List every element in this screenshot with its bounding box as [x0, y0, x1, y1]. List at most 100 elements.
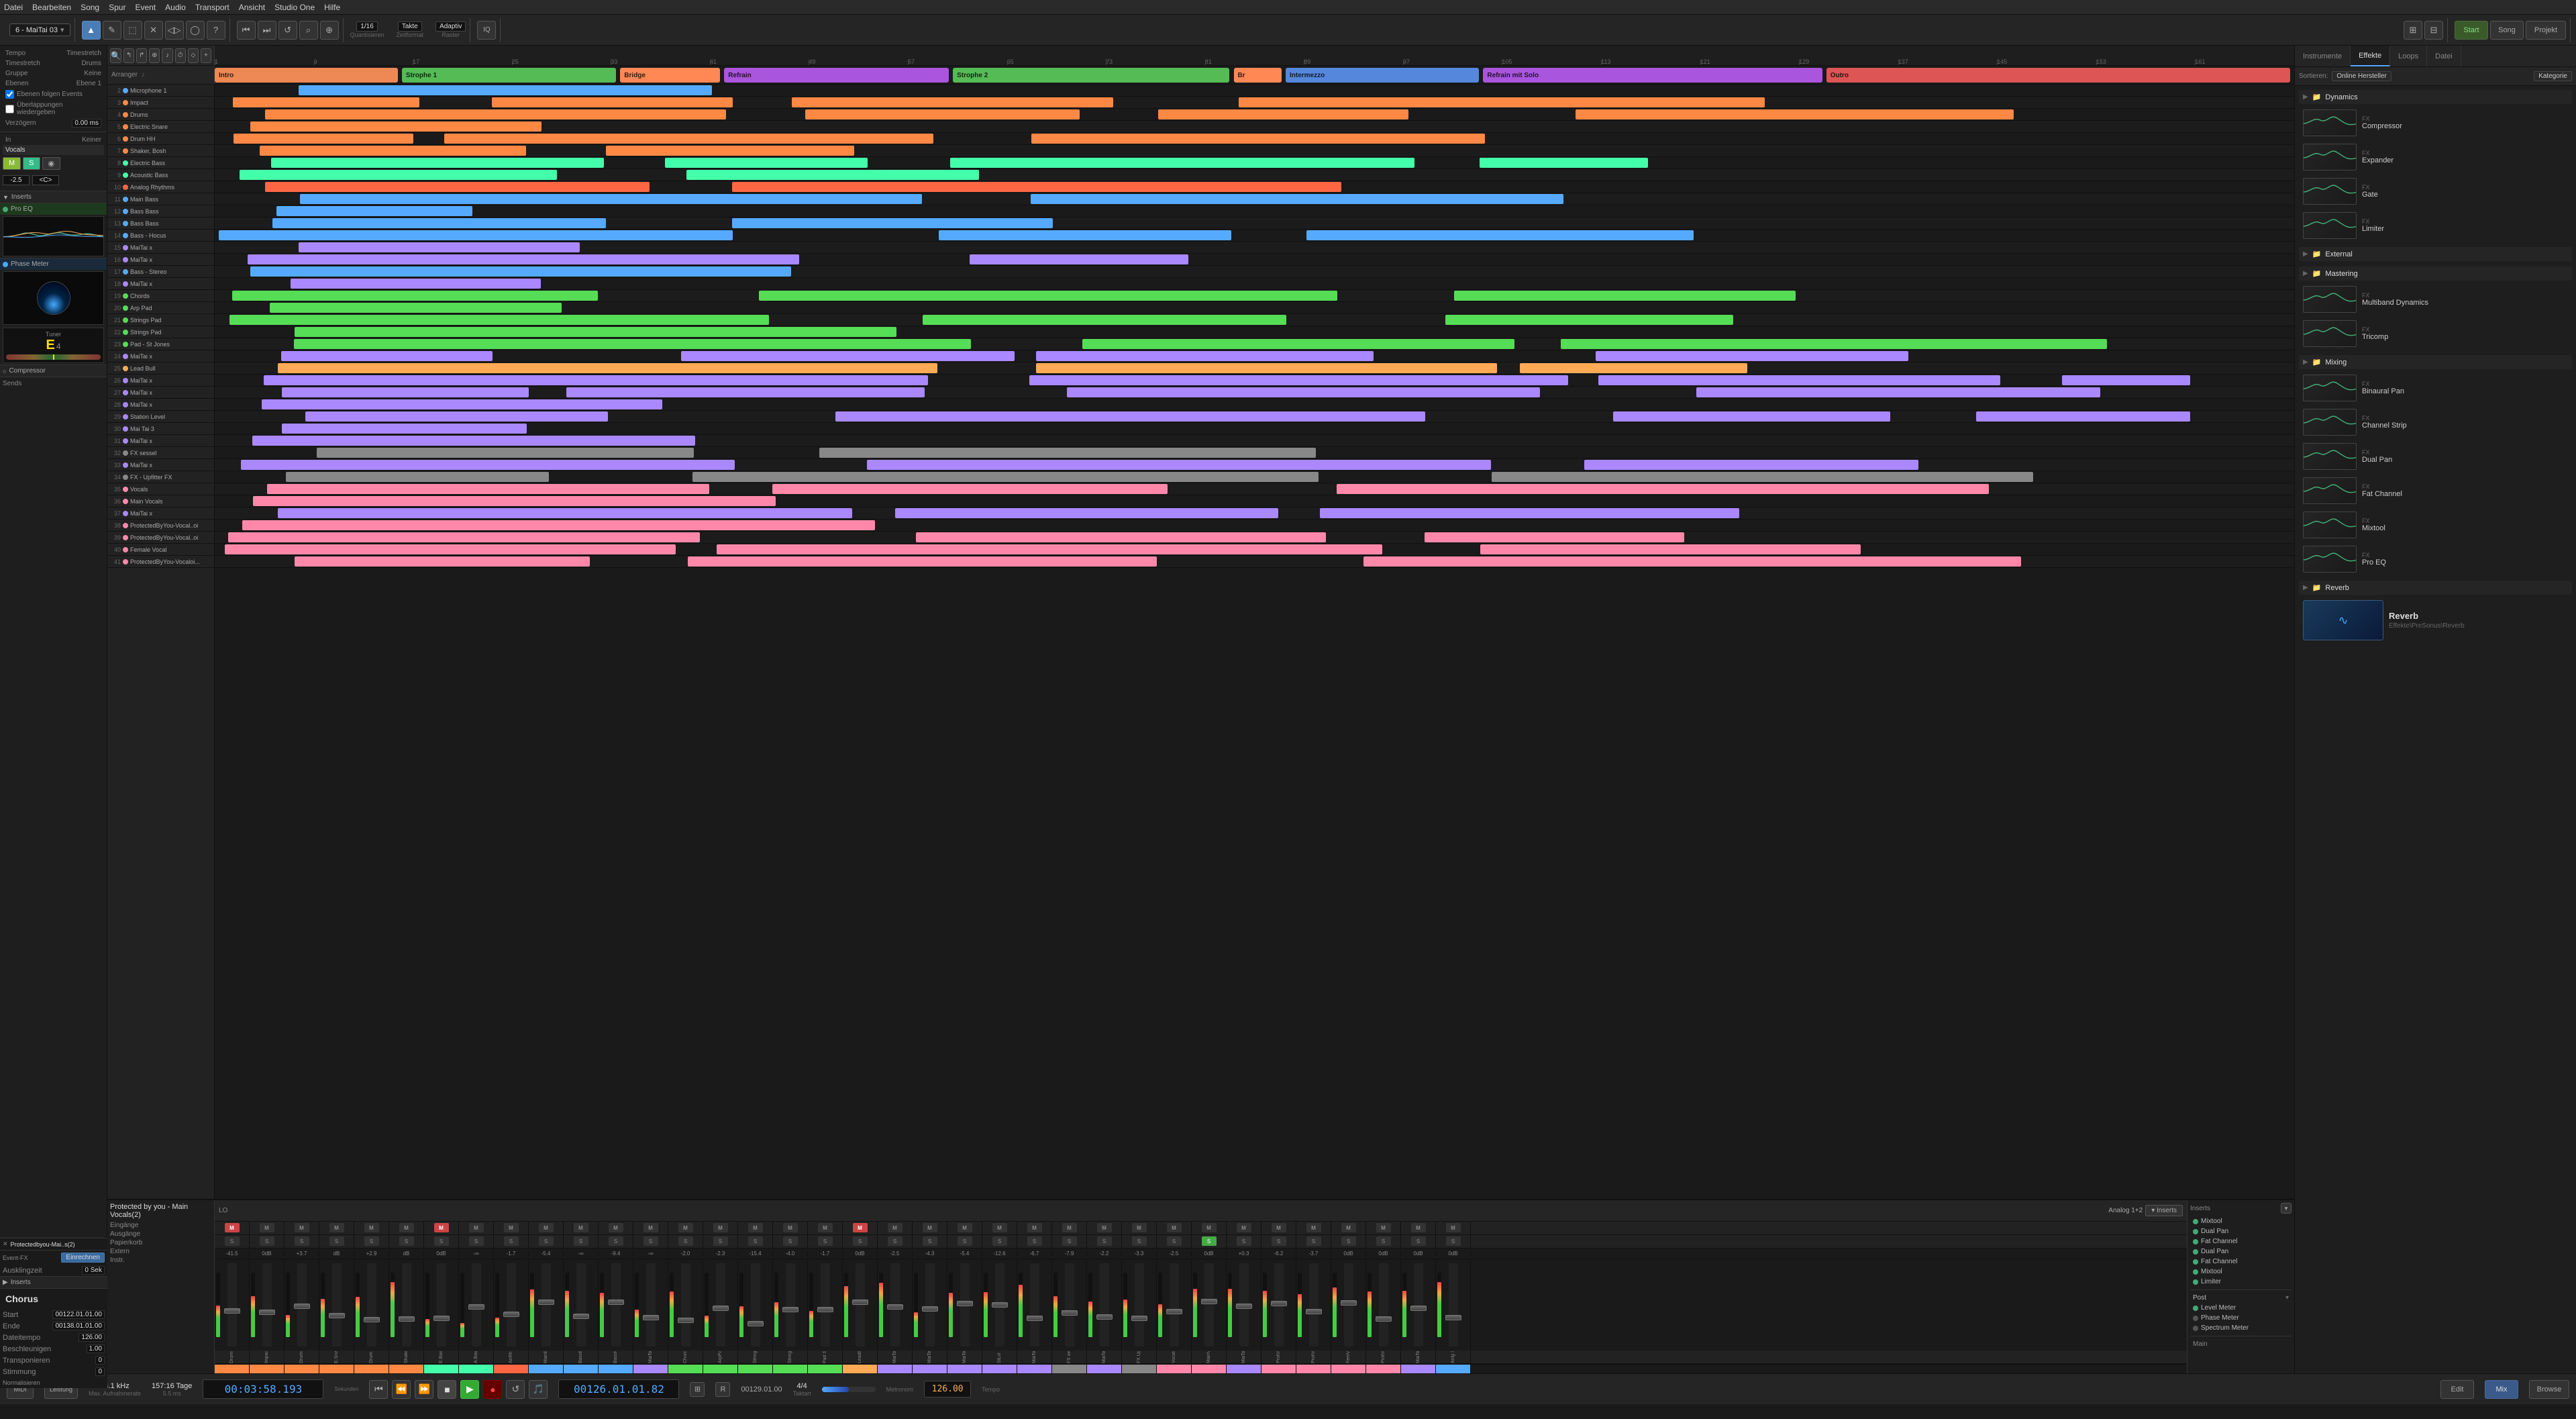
clip-41-2[interactable] [1363, 556, 2021, 567]
ch-fader-handle-15[interactable] [748, 1321, 764, 1326]
ch-solo-8[interactable]: S [504, 1236, 519, 1246]
track-header-29[interactable]: 29Station Level [107, 411, 214, 423]
iq-btn[interactable]: IQ [477, 21, 496, 40]
clip-3-1[interactable] [492, 97, 732, 107]
track-header-21[interactable]: 21Strings Pad [107, 314, 214, 326]
ch-fader-handle-3[interactable] [329, 1313, 345, 1318]
ch-fader-handle-30[interactable] [1271, 1301, 1287, 1306]
clip-3-0[interactable] [233, 97, 420, 107]
mute-btn[interactable]: M [3, 157, 21, 170]
track-header-5[interactable]: 5Electric Snare [107, 121, 214, 133]
time-sig-value[interactable]: 4/4 [796, 1382, 807, 1390]
ch-fader-handle-20[interactable] [922, 1306, 938, 1312]
clip-8-2[interactable] [950, 158, 1414, 168]
fx-cat-header-2[interactable]: ▶📁Mastering [2299, 266, 2572, 281]
fx-item-dual-pan[interactable]: FXDual Pan [2299, 440, 2572, 473]
track-header-7[interactable]: 7Shaker, Bosh [107, 145, 214, 157]
menu-studioone[interactable]: Studio One [274, 3, 315, 12]
ch-solo-5[interactable]: S [399, 1236, 414, 1246]
ch-mute-31[interactable]: M [1306, 1223, 1321, 1232]
clip-39-1[interactable] [916, 532, 1326, 542]
fx-item-expander[interactable]: FXExpander [2299, 141, 2572, 173]
ch-mute-34[interactable]: M [1411, 1223, 1426, 1232]
ch-mute-0[interactable]: M [225, 1223, 240, 1232]
track-header-36[interactable]: 36Main Vocals [107, 495, 214, 507]
track-header-32[interactable]: 32FX sessel [107, 447, 214, 459]
fx-cat-header-3[interactable]: ▶📁Mixing [2299, 355, 2572, 369]
clip-13-0[interactable] [272, 218, 606, 228]
track-header-6[interactable]: 6Drum HH [107, 133, 214, 145]
track-header-23[interactable]: 23Pad - St Jones [107, 338, 214, 350]
ch-mute-4[interactable]: M [364, 1223, 379, 1232]
close-icon[interactable]: ✕ [3, 1240, 8, 1248]
fx-item-limiter[interactable]: FXLimiter [2299, 209, 2572, 242]
track-header-28[interactable]: 28MaiTai x [107, 399, 214, 411]
ch-fader-handle-8[interactable] [503, 1312, 519, 1317]
ch-mute-16[interactable]: M [783, 1223, 798, 1232]
track-header-40[interactable]: 40Female Vocal [107, 544, 214, 556]
fx-reverb-item[interactable]: ∿ReverbEffekte\PreSonus\Reverb [2299, 597, 2572, 643]
phase-meter-header[interactable]: Phase Meter [0, 258, 107, 270]
clip-23-1[interactable] [1082, 339, 1514, 349]
ausklingzeit-value[interactable]: 0 Sek [82, 1266, 105, 1275]
song-block-refrain[interactable]: Refrain [724, 68, 949, 83]
clip-16-1[interactable] [970, 254, 1188, 264]
song-btn[interactable]: Song [2490, 21, 2524, 40]
ch-solo-34[interactable]: S [1411, 1236, 1426, 1246]
ch-fader-handle-21[interactable] [957, 1301, 973, 1306]
fx-cat-header-0[interactable]: ▶📁Dynamics [2299, 90, 2572, 104]
insert-item-3[interactable]: Dual Pan [2190, 1246, 2291, 1257]
menu-bearbeiten[interactable]: Bearbeiten [32, 3, 71, 12]
timeline-note-btn[interactable]: ♪ [162, 48, 172, 63]
track-header-9[interactable]: 9Acoustic Bass [107, 169, 214, 181]
ch-mute-33[interactable]: M [1376, 1223, 1391, 1232]
ch-fader-handle-29[interactable] [1236, 1304, 1252, 1309]
clip-10-0[interactable] [265, 182, 650, 192]
clip-28-0[interactable] [262, 399, 662, 409]
sort-value-dropdown[interactable]: Online Hersteller [2332, 71, 2391, 81]
clip-2-0[interactable] [299, 85, 712, 95]
insert-item-4[interactable]: Fat Channel [2190, 1257, 2291, 1267]
ch-mute-20[interactable]: M [923, 1223, 937, 1232]
timeformat-value[interactable]: Takte [398, 21, 422, 32]
menu-datei[interactable]: Datei [4, 3, 23, 12]
fx-cat-header-4[interactable]: ▶📁Reverb [2299, 581, 2572, 595]
ch-mute-15[interactable]: M [748, 1223, 763, 1232]
ch-fader-handle-25[interactable] [1096, 1314, 1113, 1320]
clip-35-2[interactable] [1337, 484, 1990, 494]
clip-33-2[interactable] [1584, 460, 1918, 470]
ch-mute-8[interactable]: M [504, 1223, 519, 1232]
ch-solo-0[interactable]: S [225, 1236, 240, 1246]
ch-fader-handle-33[interactable] [1376, 1316, 1392, 1322]
clip-24-0[interactable] [281, 351, 493, 361]
ch-mute-13[interactable]: M [678, 1223, 693, 1232]
clip-9-1[interactable] [686, 170, 979, 180]
clip-21-0[interactable] [229, 315, 769, 325]
ch-solo-11[interactable]: S [609, 1236, 623, 1246]
clip-27-1[interactable] [566, 387, 925, 397]
end-value[interactable]: 00138.01.01.00 [52, 1322, 105, 1330]
prev-marker-btn[interactable]: ⏮ [369, 1380, 388, 1399]
ch-solo-27[interactable]: S [1167, 1236, 1182, 1246]
ch-mute-9[interactable]: M [539, 1223, 554, 1232]
ch-solo-30[interactable]: S [1272, 1236, 1286, 1246]
ch-solo-17[interactable]: S [818, 1236, 833, 1246]
ch-solo-2[interactable]: S [295, 1236, 309, 1246]
clip-26-0[interactable] [264, 375, 928, 385]
ch-solo-16[interactable]: S [783, 1236, 798, 1246]
ch-solo-29[interactable]: S [1237, 1236, 1251, 1246]
clip-41-1[interactable] [688, 556, 1157, 567]
tab-datei[interactable]: Datei [2427, 46, 2461, 66]
arrow-tool-btn[interactable]: ▲ [82, 21, 101, 40]
fx-item-pro-eq[interactable]: FXPro EQ [2299, 543, 2572, 575]
song-block-intermezzo[interactable]: Intermezzo [1286, 68, 1479, 83]
ch-fader-handle-26[interactable] [1131, 1316, 1147, 1321]
track-header-18[interactable]: 18MaiTai x [107, 278, 214, 290]
ch-fader-handle-6[interactable] [433, 1316, 450, 1321]
insert-item-1[interactable]: Dual Pan [2190, 1226, 2291, 1236]
clip-29-3[interactable] [1976, 411, 2190, 422]
song-block-outro[interactable]: Outro [1826, 68, 2290, 83]
clip-38-0[interactable] [242, 520, 875, 530]
ch-fader-handle-7[interactable] [468, 1304, 484, 1310]
spectrum-meter-item[interactable]: Spectrum Meter [2190, 1323, 2291, 1333]
